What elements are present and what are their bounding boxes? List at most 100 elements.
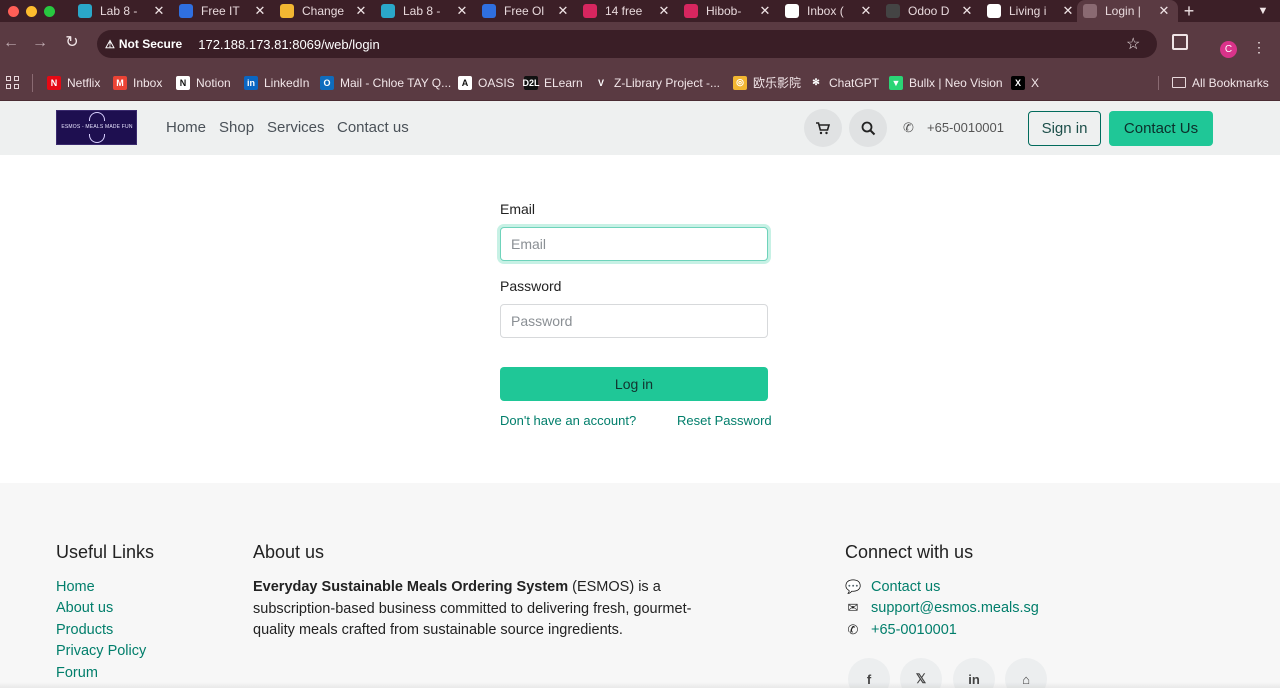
extensions-icon[interactable] [1172,34,1188,50]
browser-tab-strip: Lab 8 - ✕ Free IT ✕ Change ✕ Lab 8 - ✕ Free Ol ✕ 1… [0,0,1280,22]
bookmark-item[interactable]: M Inbox [113,74,162,91]
footer-link-privacy-policy[interactable]: Privacy Policy [56,643,146,659]
browser-tab[interactable]: Free IT ✕ [173,0,274,22]
nav-shop[interactable]: Shop [219,119,254,136]
bookmark-label: Inbox [133,75,163,90]
bookmark-item[interactable]: D2L ELearn [522,74,583,91]
bookmark-star-icon[interactable]: ☆ [1126,34,1140,54]
reload-icon[interactable]: ↻ [63,33,81,53]
close-tab-icon[interactable]: ✕ [658,3,670,19]
bookmark-item[interactable]: ✻ ChatGPT [809,74,879,91]
close-tab-icon[interactable]: ✕ [557,3,569,19]
cart-button[interactable] [804,109,842,147]
window-zoom-button[interactable] [44,6,55,17]
bookmark-item[interactable]: N Notion [176,74,231,91]
footer-link-products[interactable]: Products [56,622,113,638]
nav-contact-us[interactable]: Contact us [337,119,409,136]
esmos-logo[interactable]: ESMOS - MEALS MADE FUN [56,110,137,145]
password-input[interactable] [500,304,768,338]
footer-link-home[interactable]: Home [56,579,95,595]
back-arrow-icon[interactable]: ← [2,33,20,53]
bookmark-item[interactable]: O Mail - Chloe TAY Q... [320,74,451,91]
browser-tab[interactable]: Hibob- ✕ [678,0,779,22]
openai-icon: ✻ [809,75,823,90]
forward-arrow-icon[interactable]: → [31,33,49,53]
about-us-text: Everyday Sustainable Meals Ordering Syst… [253,579,692,639]
sap-icon [78,4,92,18]
browser-tab[interactable]: Living i ✕ [981,0,1082,22]
close-tab-icon[interactable]: ✕ [759,3,771,19]
footer-link-forum[interactable]: Forum [56,665,98,681]
browser-tab[interactable]: Odoo D ✕ [880,0,981,22]
browser-tab[interactable]: 14 free ✕ [577,0,678,22]
search-icon [861,121,875,135]
browser-tab[interactable]: Inbox (✕ [779,0,880,22]
bookmark-label: ELearn [544,75,583,90]
browser-tab[interactable]: Lab 8 - ✕ [375,0,476,22]
bookmark-label: Notion [196,75,231,90]
bookmark-item[interactable]: XX [1011,74,1039,91]
close-tab-icon[interactable]: ✕ [254,3,266,19]
close-tab-icon[interactable]: ✕ [860,3,872,19]
search-button[interactable] [849,109,887,147]
profile-avatar[interactable]: C [1220,41,1237,58]
log-in-button[interactable]: Log in [500,367,768,401]
close-tab-icon[interactable]: ✕ [456,3,468,19]
not-secure-indicator[interactable]: ⚠ Not Secure [105,37,182,51]
window-minimize-button[interactable] [26,6,37,17]
close-tab-icon[interactable]: ✕ [1062,3,1074,19]
phone-icon: ✆ [847,622,859,637]
odoo-icon [1083,4,1097,18]
oasis-icon: A [458,75,472,90]
browser-tab[interactable]: Free Ol ✕ [476,0,577,22]
cart-icon [816,121,830,134]
bookmark-item[interactable]: A OASIS [458,74,515,91]
bookmark-label: 欧乐影院 [753,76,802,90]
reset-password-link[interactable]: Reset Password [677,413,772,428]
tab-title: Free IT [201,4,240,18]
contact-us-button[interactable]: Contact Us [1109,111,1213,146]
browser-tab[interactable]: Login | ✕ [1077,0,1178,22]
bookmark-item[interactable]: N Netflix [47,74,100,91]
bookmark-label: OASIS [478,75,515,90]
d2l-icon: D2L [522,75,540,90]
sign-in-button[interactable]: Sign in [1028,111,1101,146]
bookmark-item[interactable]: in LinkedIn [244,74,309,91]
close-tab-icon[interactable]: ✕ [355,3,367,19]
connect-email[interactable]: ✉ support@esmos.meals.sg [845,600,1039,616]
address-bar[interactable]: ⚠ Not Secure 172.188.173.81:8069/web/log… [97,30,1157,58]
close-tab-icon[interactable]: ✕ [153,3,165,19]
bookmark-item[interactable]: ▼ Bullx | Neo Vision [889,74,1003,91]
bookmark-label: LinkedIn [264,75,310,90]
atlassian-icon [179,4,193,18]
browser-menu-icon[interactable]: ⋮ [1252,40,1266,54]
browser-tab[interactable]: Change ✕ [274,0,375,22]
footer-link-about-us[interactable]: About us [56,600,113,616]
bookmarks-divider [32,74,33,92]
signup-link[interactable]: Don't have an account? [500,413,636,428]
openai-icon [886,4,900,18]
bookmark-label: Mail - Chloe TAY Q... [340,75,452,90]
close-tab-icon[interactable]: ✕ [1158,3,1170,19]
feather-icon [987,4,1001,18]
browser-tab[interactable]: Lab 8 - ✕ [72,0,173,22]
close-tab-icon[interactable]: ✕ [961,3,973,19]
new-tab-button[interactable]: + [1180,1,1198,21]
burger-logo-icon [89,112,105,121]
nav-services[interactable]: Services [267,119,325,136]
nav-home[interactable]: Home [166,119,206,136]
email-label: Email [500,201,536,217]
email-input[interactable] [500,227,768,261]
netflix-icon: N [47,75,61,90]
connect-phone[interactable]: ✆ +65-0010001 [845,622,957,638]
header-phone-number: +65-0010001 [927,120,1004,135]
connect-contact-us[interactable]: 💬 Contact us [845,579,940,595]
all-bookmarks-folder[interactable]: All Bookmarks [1172,74,1269,91]
apps-grid-icon[interactable] [6,76,19,89]
bookmark-item[interactable]: V Z-Library Project -... [594,74,720,91]
tab-search-chevron-icon[interactable]: ▼ [1254,2,1272,20]
window-close-button[interactable] [8,6,19,17]
login-section: Email Password Log in Don't have an acco… [0,155,1280,483]
bookmark-item[interactable]: ◎ 欧乐影院 [733,74,801,91]
folder-icon [1172,77,1186,88]
